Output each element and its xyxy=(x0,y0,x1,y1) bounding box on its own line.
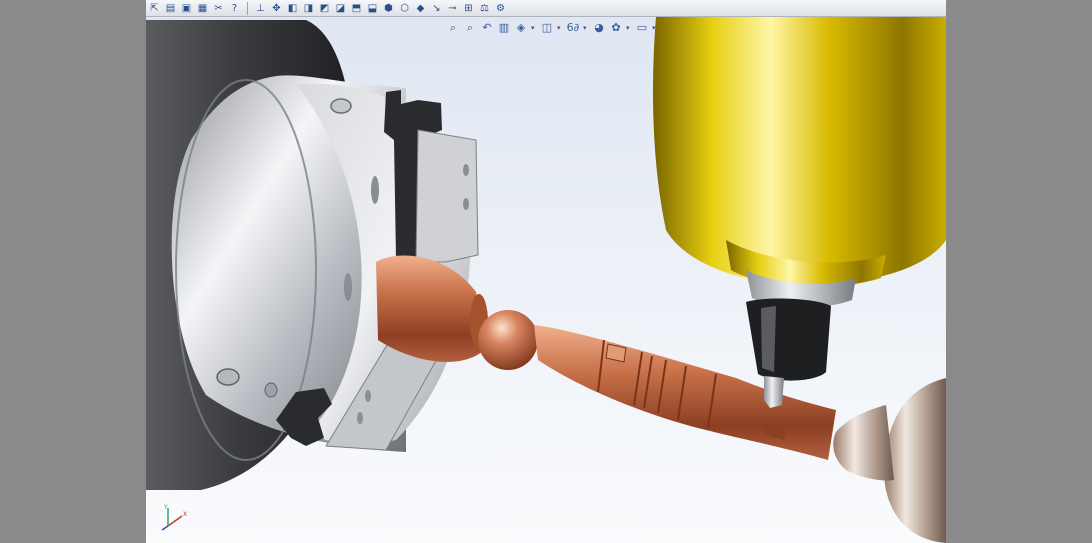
chuck-bolt-top xyxy=(330,98,352,114)
bottom-view-icon[interactable]: ⬓ xyxy=(366,2,379,15)
toolbar-separator xyxy=(247,1,248,15)
chuck-slot-1 xyxy=(371,176,379,204)
triad-x-label: X xyxy=(183,511,187,518)
cad-viewport-window: ⇱ ▤ ▣ ▦ ✂? ⊥ ✥ ◧ ◨ ◩ ◪ ⬒ ⬓ ⬢ ⬡ ◆ ↘ ⊸ ⊞ ⚖ ⚙ ⌕ ⌕ ↶ ▥ ◈ ▾ ◫ ▾ 6∂ ▾ ◕ ✿ ▾ ▭ ▾ … xyxy=(146,0,946,543)
mass-properties-icon[interactable]: ⚖ xyxy=(478,2,491,15)
workpiece-ball xyxy=(478,310,538,370)
back-view-icon[interactable]: ◨ xyxy=(302,2,315,15)
isometric-view-icon[interactable]: ⬢ xyxy=(382,2,395,15)
lower-jaw-hole-1 xyxy=(365,390,371,402)
options-icon[interactable]: ✂ xyxy=(212,2,225,15)
move-icon[interactable]: ✥ xyxy=(270,2,283,15)
settings-gear-icon[interactable]: ⚙ xyxy=(494,2,507,15)
document-icon[interactable]: ▦ xyxy=(196,2,209,15)
help-icon[interactable]: ? xyxy=(228,2,241,15)
left-view-icon[interactable]: ◩ xyxy=(318,2,331,15)
upper-jaw-hole-2 xyxy=(463,198,469,210)
lower-jaw-hole-2 xyxy=(357,412,363,424)
workpiece-stock xyxy=(376,255,486,362)
spindle-housing-gold xyxy=(653,17,946,285)
upper-jaw-hole-1 xyxy=(463,164,469,176)
trimetric-view-icon[interactable]: ⬡ xyxy=(398,2,411,15)
select-icon[interactable]: ⇱ xyxy=(148,2,161,15)
print-icon[interactable]: ▣ xyxy=(180,2,193,15)
triad-y-label: Y xyxy=(163,504,168,511)
end-mill-cutter xyxy=(764,376,784,408)
3d-model-scene[interactable] xyxy=(146,17,946,543)
chuck-bolt-bottom xyxy=(216,368,240,386)
tool-holder-highlight xyxy=(761,306,776,372)
top-toolbar: ⇱ ▤ ▣ ▦ ✂? ⊥ ✥ ◧ ◨ ◩ ◪ ⬒ ⬓ ⬢ ⬡ ◆ ↘ ⊸ ⊞ ⚖ ⚙ xyxy=(146,0,946,17)
right-view-icon[interactable]: ◪ xyxy=(334,2,347,15)
tool-holder-black xyxy=(746,298,831,381)
upper-jaw-steel xyxy=(415,129,479,263)
chuck-slot-2 xyxy=(344,273,352,301)
chuck-bolt-lower xyxy=(264,382,278,398)
top-view-icon[interactable]: ⬒ xyxy=(350,2,363,15)
view-orientation-icon[interactable]: ⊥ xyxy=(254,2,267,15)
section-tool-icon[interactable]: ⊸ xyxy=(446,2,459,15)
tailstock-center-cone xyxy=(833,405,894,481)
measure-icon[interactable]: ⊞ xyxy=(462,2,475,15)
dimetric-view-icon[interactable]: ◆ xyxy=(414,2,427,15)
normal-to-icon[interactable]: ↘ xyxy=(430,2,443,15)
coordinate-triad: X Y xyxy=(161,504,187,531)
front-view-icon[interactable]: ◧ xyxy=(286,2,299,15)
sketch-icon[interactable]: ▤ xyxy=(164,2,177,15)
tailstock-body xyxy=(884,378,946,543)
